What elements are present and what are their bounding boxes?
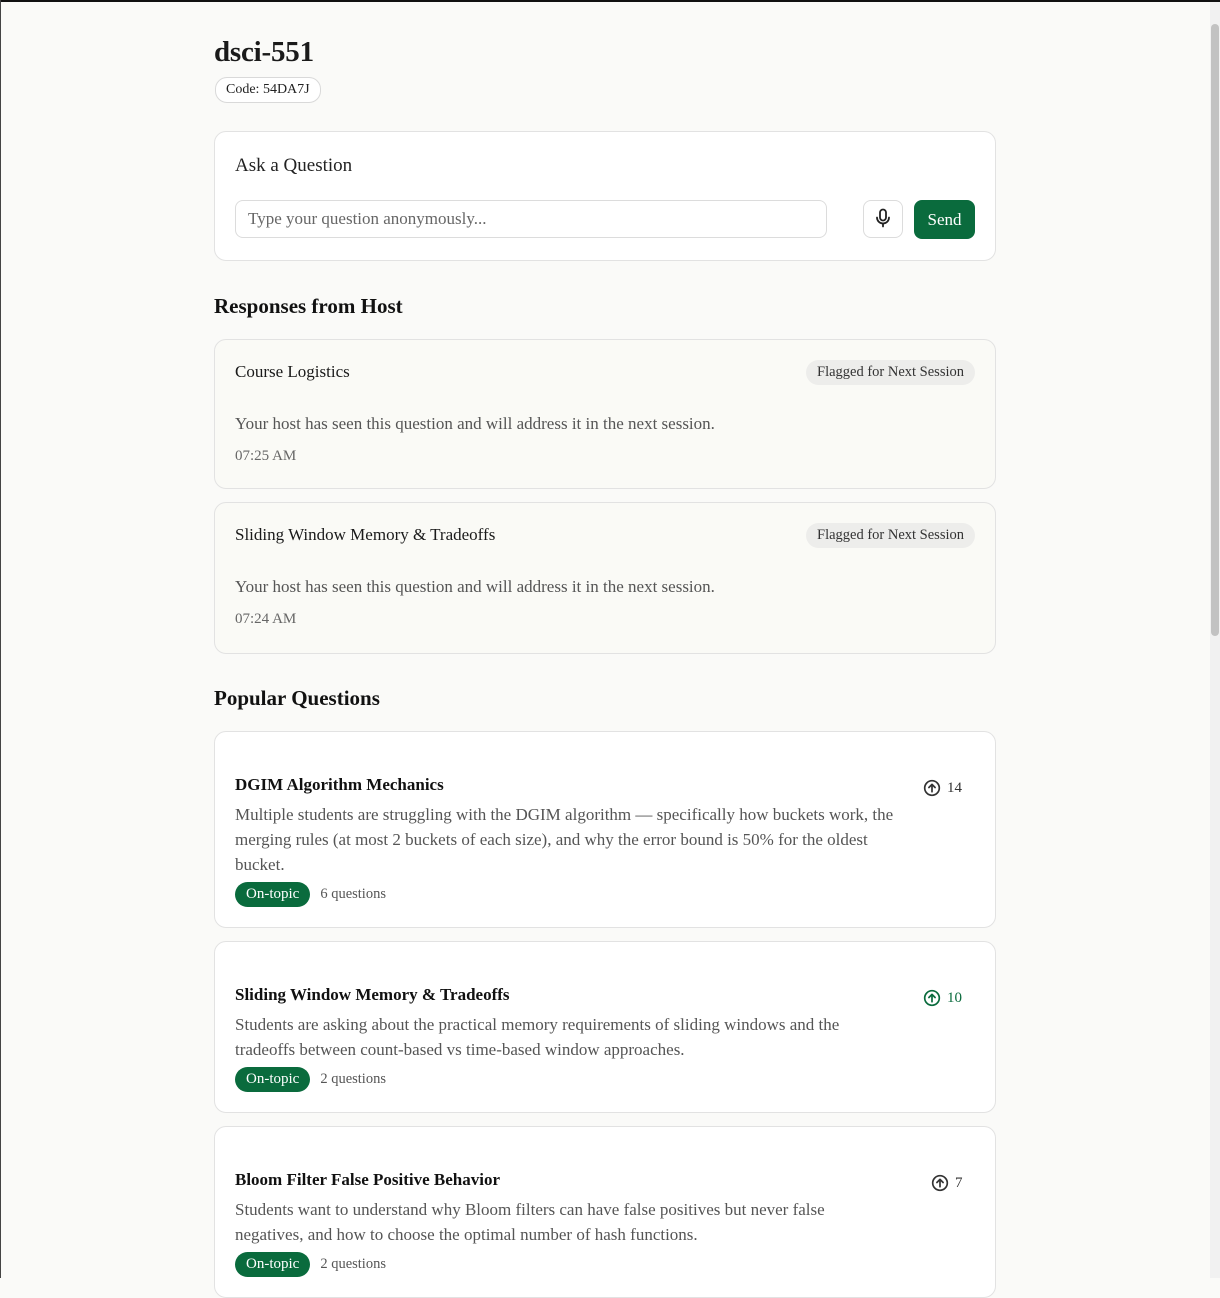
- response-title: Course Logistics: [235, 362, 350, 381]
- response-card: Sliding Window Memory & Tradeoffs Flagge…: [214, 502, 996, 654]
- question-description: Multiple students are struggling with th…: [235, 805, 894, 874]
- response-message: Your host has seen this question and wil…: [235, 577, 715, 596]
- window-left-border: [0, 0, 1, 1278]
- page-title: dsci-551: [214, 36, 314, 68]
- response-title: Sliding Window Memory & Tradeoffs: [235, 525, 496, 544]
- scrollbar-thumb[interactable]: [1211, 24, 1219, 636]
- question-tags: On-topic 2 questions: [235, 1067, 386, 1092]
- responses-heading: Responses from Host: [214, 294, 403, 318]
- upvote-arrow-icon: [923, 779, 941, 797]
- upvote-button[interactable]: 10: [923, 989, 962, 1007]
- question-title: DGIM Algorithm Mechanics: [235, 775, 444, 794]
- upvote-arrow-icon: [923, 989, 941, 1007]
- upvote-arrow-icon: [931, 1174, 949, 1192]
- upvote-count: 7: [955, 1174, 963, 1191]
- question-title: Sliding Window Memory & Tradeoffs: [235, 985, 510, 1004]
- status-badge: Flagged for Next Session: [806, 523, 975, 548]
- question-card: DGIM Algorithm Mechanics Multiple studen…: [214, 731, 996, 928]
- voice-input-button[interactable]: [863, 200, 903, 238]
- popular-questions-heading: Popular Questions: [214, 686, 380, 710]
- status-badge: Flagged for Next Session: [806, 360, 975, 385]
- question-tags: On-topic 2 questions: [235, 1252, 386, 1277]
- upvote-button[interactable]: 7: [931, 1174, 963, 1192]
- topic-badge: On-topic: [235, 882, 311, 907]
- question-input[interactable]: [235, 200, 827, 238]
- question-count: 2 questions: [320, 1256, 386, 1272]
- topic-badge: On-topic: [235, 1252, 311, 1277]
- response-timestamp: 07:25 AM: [235, 448, 297, 464]
- question-title: Bloom Filter False Positive Behavior: [235, 1170, 501, 1189]
- upvote-button[interactable]: 14: [923, 779, 962, 797]
- response-message: Your host has seen this question and wil…: [235, 414, 715, 433]
- topic-badge: On-topic: [235, 1067, 311, 1092]
- send-button[interactable]: Send: [914, 200, 975, 239]
- question-count: 2 questions: [320, 1071, 386, 1087]
- question-description: Students are asking about the practical …: [235, 1015, 840, 1059]
- upvote-count: 10: [947, 989, 962, 1006]
- response-timestamp: 07:24 AM: [235, 611, 297, 627]
- question-count: 6 questions: [320, 886, 386, 902]
- question-description: Students want to understand why Bloom fi…: [235, 1200, 825, 1244]
- ask-question-title: Ask a Question: [235, 155, 353, 176]
- question-tags: On-topic 6 questions: [235, 882, 386, 907]
- scrollbar[interactable]: [1210, 2, 1220, 1278]
- response-card: Course Logistics Flagged for Next Sessio…: [214, 339, 996, 489]
- question-card: Bloom Filter False Positive Behavior Stu…: [214, 1126, 996, 1298]
- microphone-icon: [874, 208, 892, 231]
- session-code-badge: Code: 54DA7J: [215, 77, 321, 103]
- upvote-count: 14: [947, 779, 962, 796]
- window-top-border: [0, 0, 1220, 2]
- question-card: Sliding Window Memory & Tradeoffs Studen…: [214, 941, 996, 1113]
- ask-question-card: Ask a Question Send: [214, 131, 996, 261]
